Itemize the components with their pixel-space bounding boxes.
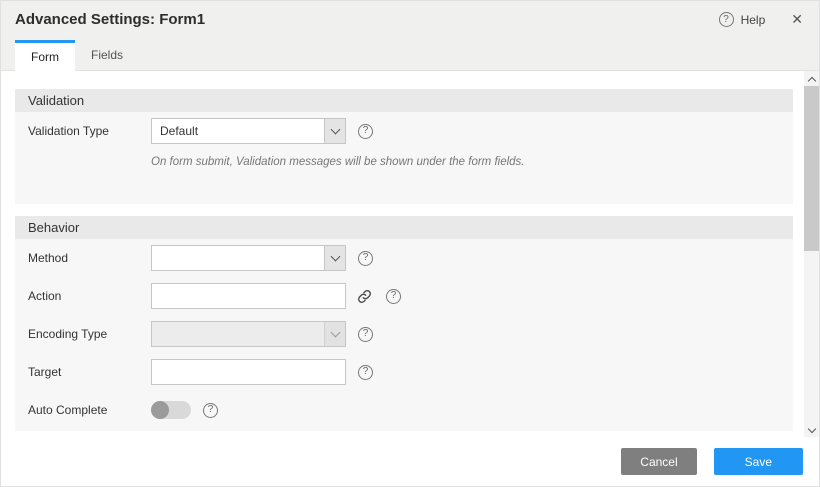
encoding-type-value (152, 322, 324, 346)
validation-type-row: Validation Type Default ? (28, 118, 780, 144)
method-value (152, 246, 324, 270)
scroll-down-icon[interactable] (804, 423, 819, 438)
link-icon[interactable] (354, 286, 374, 306)
validation-panel: Validation Validation Type Default ? On … (15, 89, 793, 204)
validation-type-select[interactable]: Default (151, 118, 346, 144)
validation-type-help-icon[interactable]: ? (358, 124, 373, 139)
vertical-scrollbar[interactable] (804, 71, 819, 438)
action-input[interactable] (151, 283, 346, 309)
chevron-down-icon (324, 322, 345, 346)
tab-fields[interactable]: Fields (75, 40, 139, 70)
toggle-knob (151, 401, 169, 419)
tab-form-label: Form (31, 50, 59, 64)
help-link[interactable]: Help (741, 13, 766, 27)
header-actions: ? Help ✕ (719, 11, 803, 28)
cancel-button[interactable]: Cancel (621, 448, 696, 475)
help-icon[interactable]: ? (719, 12, 734, 27)
validation-section-body: Validation Type Default ? On form submit… (15, 112, 793, 204)
behavior-panel: Behavior Method ? Action (15, 216, 793, 431)
action-help-icon[interactable]: ? (386, 289, 401, 304)
dialog-title: Advanced Settings: Form1 (15, 11, 205, 28)
settings-content: Validation Validation Type Default ? On … (1, 71, 819, 439)
encoding-type-help-icon[interactable]: ? (358, 327, 373, 342)
action-row: Action ? (28, 283, 780, 309)
target-row: Target ? (28, 359, 780, 385)
encoding-type-label: Encoding Type (28, 327, 151, 341)
method-label: Method (28, 251, 151, 265)
dialog-footer: Cancel Save (1, 437, 819, 486)
auto-complete-label: Auto Complete (28, 403, 151, 417)
validation-type-value: Default (152, 119, 324, 143)
encoding-type-select (151, 321, 346, 347)
validation-type-label: Validation Type (28, 124, 151, 138)
method-help-icon[interactable]: ? (358, 251, 373, 266)
auto-complete-help-icon[interactable]: ? (203, 403, 218, 418)
target-label: Target (28, 365, 151, 379)
validation-section-header: Validation (15, 89, 793, 112)
behavior-section-header: Behavior (15, 216, 793, 239)
target-help-icon[interactable]: ? (358, 365, 373, 380)
save-button[interactable]: Save (714, 448, 803, 475)
auto-complete-toggle[interactable] (151, 401, 191, 419)
dialog-header: Advanced Settings: Form1 ? Help ✕ (1, 1, 819, 38)
tab-fields-label: Fields (91, 48, 123, 62)
method-row: Method ? (28, 245, 780, 271)
target-input[interactable] (151, 359, 346, 385)
close-icon[interactable]: ✕ (791, 11, 803, 28)
encoding-type-row: Encoding Type ? (28, 321, 780, 347)
auto-complete-row: Auto Complete ? (28, 397, 780, 423)
panels: Validation Validation Type Default ? On … (1, 71, 819, 431)
scrollbar-thumb[interactable] (804, 86, 819, 251)
tab-form[interactable]: Form (15, 40, 75, 71)
tab-bar: Form Fields (1, 38, 819, 71)
validation-helper-text: On form submit, Validation messages will… (151, 156, 780, 168)
chevron-down-icon[interactable] (324, 246, 345, 270)
method-select[interactable] (151, 245, 346, 271)
chevron-down-icon[interactable] (324, 119, 345, 143)
advanced-settings-dialog: Advanced Settings: Form1 ? Help ✕ Form F… (0, 0, 820, 487)
scroll-up-icon[interactable] (804, 71, 819, 86)
action-label: Action (28, 289, 151, 303)
behavior-section-body: Method ? Action (15, 239, 793, 431)
